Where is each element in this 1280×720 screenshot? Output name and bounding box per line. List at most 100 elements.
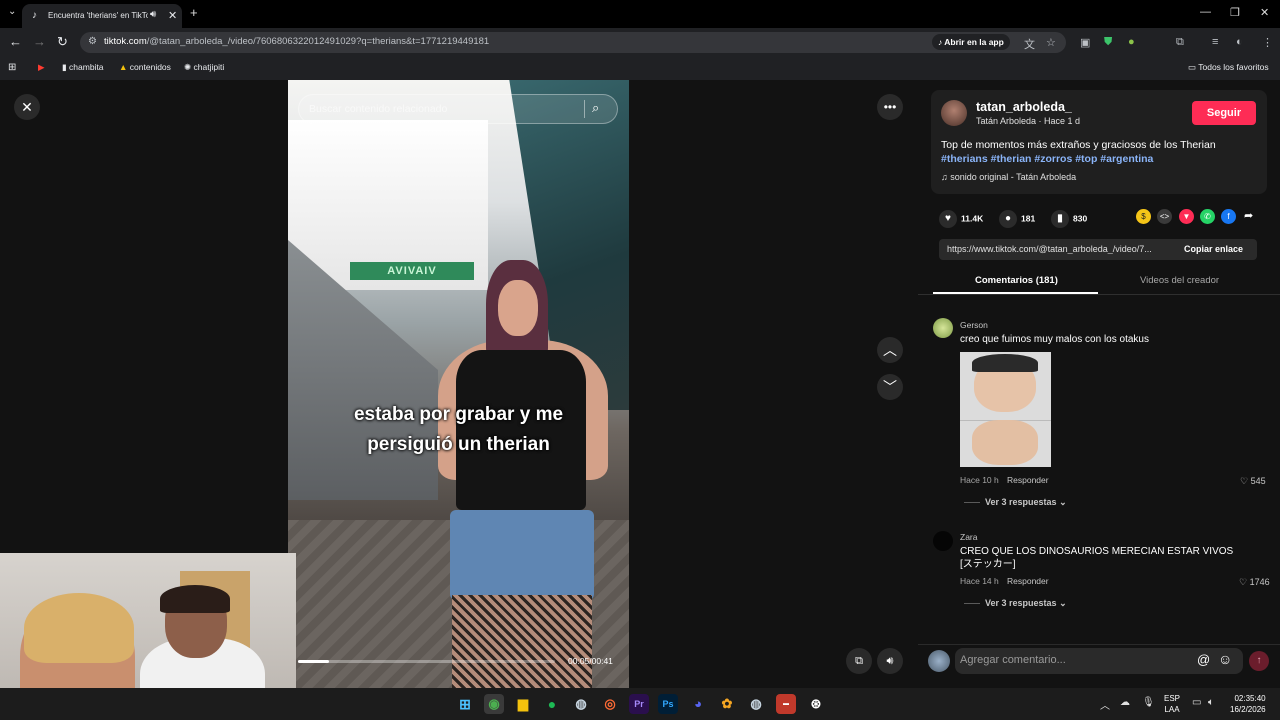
floating-player-icon[interactable]: ⧉ <box>846 648 872 674</box>
steam-icon[interactable]: ◍ <box>571 694 591 714</box>
drive-icon: ▲ <box>119 62 128 72</box>
url-text[interactable]: tiktok.com/@tatan_arboleda_/video/760680… <box>104 36 489 47</box>
view-replies-button[interactable]: Ver 3 respuestas ⌄ <box>985 598 1067 609</box>
comment-like[interactable]: ♡ 1746 <box>1239 577 1270 588</box>
my-avatar[interactable] <box>928 650 950 672</box>
reply-button[interactable]: Responder <box>1007 576 1049 586</box>
comment-username[interactable]: Gerson <box>960 320 988 330</box>
tray-cloud-icon[interactable]: ☁ <box>1120 697 1130 708</box>
post-description: Top de momentos más extraños y graciosos… <box>941 138 1259 166</box>
system-clock[interactable]: 02:35:40 16/2/2026 <box>1230 693 1266 715</box>
extension-1-icon[interactable]: ▣ <box>1080 36 1090 49</box>
close-video-icon[interactable]: ✕ <box>14 94 40 120</box>
previous-video-icon[interactable]: ︿ <box>877 337 903 363</box>
share-whatsapp-icon[interactable]: ✆ <box>1200 209 1215 224</box>
spotify-icon[interactable]: ● <box>542 694 562 714</box>
related-search-input[interactable]: Buscar contenido relacionado ⌕ <box>298 94 618 124</box>
app-last-icon[interactable]: ⊛ <box>806 694 826 714</box>
bookmark-chatjipiti[interactable]: ✺ chatjipiti <box>184 62 224 73</box>
origin-icon[interactable]: ◎ <box>600 694 620 714</box>
extension-3-icon[interactable]: ● <box>1128 36 1135 48</box>
open-in-app-button[interactable]: ♪ Abrir en la app <box>932 34 1010 50</box>
restore-icon[interactable]: ❐ <box>1230 6 1240 19</box>
premiere-icon[interactable]: Pr <box>629 694 649 714</box>
all-bookmarks[interactable]: ▭ Todos los favoritos <box>1188 62 1269 73</box>
tab-close-icon[interactable]: ✕ <box>168 9 177 22</box>
discord-icon[interactable]: ◕ <box>688 694 708 714</box>
tab-search-chevron-icon[interactable]: ⌄ <box>8 6 16 17</box>
share-embed-icon[interactable]: <> <box>1157 209 1172 224</box>
menu-kebab-icon[interactable]: ⋮ <box>1262 36 1273 49</box>
chrome-taskbar-icon[interactable]: ◉ <box>484 694 504 714</box>
speaker-icon[interactable]: 🔈︎ <box>1208 697 1214 708</box>
sound-link[interactable]: ♫ sonido original - Tatán Arboleda <box>941 172 1076 182</box>
follow-button[interactable]: Seguir <box>1192 101 1256 125</box>
emoji-icon[interactable]: ☺ <box>1218 651 1232 667</box>
new-tab-icon[interactable]: + <box>190 5 198 20</box>
share-coin-icon[interactable]: $ <box>1136 209 1151 224</box>
display-icon[interactable]: ▭ <box>1192 697 1201 708</box>
share-send-icon[interactable]: ▼ <box>1179 209 1194 224</box>
app-red-icon[interactable]: ▬ <box>776 694 796 714</box>
reload-icon[interactable]: ↻ <box>57 34 68 50</box>
forward-icon[interactable]: → <box>33 34 46 49</box>
bookmark-chambita[interactable]: ▮ chambita <box>62 62 104 73</box>
url-host: tiktok.com <box>104 36 147 47</box>
video-frame[interactable]: AVIVAIV <box>288 80 629 688</box>
post-link[interactable]: https://www.tiktok.com/@tatan_arboleda_/… <box>947 244 1173 254</box>
back-icon[interactable]: ← <box>9 34 22 49</box>
apps-grid-icon[interactable]: ⊞ <box>8 62 16 73</box>
creator-avatar[interactable] <box>941 100 967 126</box>
tab-comments[interactable]: Comentarios (181) <box>975 275 1058 286</box>
share-facebook-icon[interactable]: f <box>1221 209 1236 224</box>
tab-creator-videos[interactable]: Videos del creador <box>1140 275 1219 286</box>
file-explorer-icon[interactable]: ▆ <box>513 694 533 714</box>
comment-text: creo que fuimos muy malos con los otakus <box>960 334 1149 345</box>
comment-avatar[interactable] <box>933 318 953 338</box>
comment-like[interactable]: ♡ 545 <box>1240 476 1266 487</box>
bookmark-contenidos[interactable]: ▲ contenidos <box>119 62 171 72</box>
fl-studio-icon[interactable]: ✿ <box>717 694 737 714</box>
search-icon[interactable]: ⌕ <box>592 100 599 116</box>
tray-chevron-icon[interactable]: ︿ <box>1100 697 1110 712</box>
steam-2-icon[interactable]: ◍ <box>746 694 766 714</box>
media-controls-icon[interactable]: ≡ <box>1212 36 1218 48</box>
comment-sticker-image[interactable] <box>960 352 1051 467</box>
extension-shield-icon[interactable]: ⛊ <box>1104 36 1112 49</box>
like-button[interactable]: ♥ 11.4K <box>939 210 983 228</box>
view-replies-button[interactable]: Ver 3 respuestas ⌄ <box>985 497 1067 508</box>
windows-start-icon[interactable]: ⊞ <box>455 694 475 714</box>
comment-button[interactable]: ● 181 <box>999 210 1035 228</box>
comment-username[interactable]: Zara <box>960 532 977 542</box>
person-face <box>498 280 538 336</box>
send-comment-icon[interactable]: ↑ <box>1249 651 1269 671</box>
webcam-person-1-hair <box>24 593 134 663</box>
bookmark-icon: ▮ <box>1051 210 1069 228</box>
window-close-icon[interactable]: ✕ <box>1260 6 1269 19</box>
share-more-icon[interactable]: ➦ <box>1244 209 1253 222</box>
video-progress-bar[interactable] <box>298 660 555 663</box>
hashtags[interactable]: #therians #therian #zorros #top #argenti… <box>941 152 1259 166</box>
volume-icon[interactable]: 🔊︎ <box>877 648 903 674</box>
youtube-icon[interactable]: ▶ <box>38 62 45 73</box>
browser-tab[interactable]: ♪ Encuentra 'therians' en TikTok 🔊︎ ✕ <box>22 4 182 28</box>
photoshop-icon[interactable]: Ps <box>658 694 678 714</box>
next-video-icon[interactable]: ﹀ <box>877 374 903 400</box>
translate-icon[interactable]: 文 <box>1024 36 1035 52</box>
microphone-icon[interactable]: 🎙︎ <box>1142 697 1155 708</box>
site-info-icon[interactable]: ⚙ <box>88 36 97 47</box>
comment-count: 181 <box>1021 213 1036 224</box>
tab-audio-icon[interactable]: 🔊︎ <box>150 9 156 20</box>
language-indicator[interactable]: ESP LAA <box>1164 693 1180 715</box>
more-options-icon[interactable]: ••• <box>877 94 903 120</box>
extensions-puzzle-icon[interactable]: ⧉ <box>1176 36 1184 49</box>
comment-avatar[interactable] <box>933 531 953 551</box>
creator-username[interactable]: tatan_arboleda_ <box>976 100 1072 114</box>
profile-icon[interactable]: ◐ <box>1236 36 1243 48</box>
bookmark-star-icon[interactable]: ☆ <box>1046 36 1056 49</box>
save-button[interactable]: ▮ 830 <box>1051 210 1087 228</box>
minimize-icon[interactable]: — <box>1200 6 1211 18</box>
copy-link-button[interactable]: Copiar enlace <box>1184 244 1243 254</box>
reply-button[interactable]: Responder <box>1007 475 1049 485</box>
mention-icon[interactable]: @ <box>1197 652 1210 667</box>
